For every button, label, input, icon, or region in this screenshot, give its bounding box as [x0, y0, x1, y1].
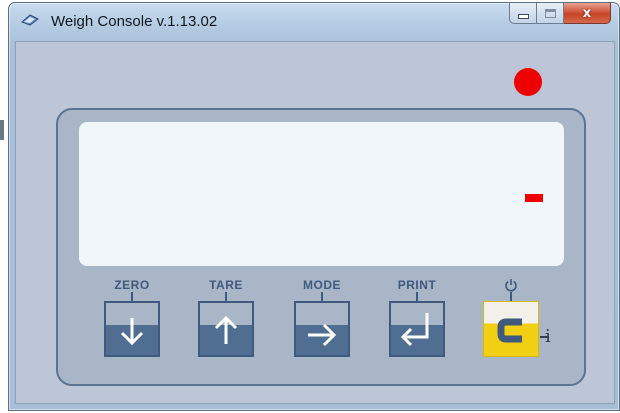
power-key-stem	[510, 292, 512, 301]
enter-return-icon	[400, 313, 429, 347]
arrow-right-icon	[308, 323, 337, 347]
print-button[interactable]	[389, 301, 445, 357]
arrow-down-icon	[120, 318, 144, 346]
power-icon	[505, 279, 517, 292]
maximize-icon	[544, 8, 556, 18]
info-i-label: i	[545, 326, 551, 347]
arrow-up-icon	[214, 315, 238, 344]
tare-key-stem	[225, 292, 227, 301]
tare-button[interactable]	[198, 301, 254, 357]
maximize-button[interactable]	[537, 3, 564, 24]
app-window: Weigh Console v.1.13.02 x ZERO TARE MODE…	[8, 2, 620, 411]
close-icon: x	[582, 5, 592, 21]
zero-key: ZERO	[104, 278, 160, 357]
print-key-stem	[416, 292, 418, 301]
minimize-button[interactable]	[509, 3, 537, 24]
mode-key: MODE	[294, 278, 350, 357]
mode-key-label: MODE	[303, 278, 341, 292]
mode-key-stem	[321, 292, 323, 301]
status-led-indicator	[514, 68, 542, 96]
tare-key: TARE	[198, 278, 254, 357]
console-client-area: ZERO TARE MODE PRINT i	[15, 41, 615, 404]
mode-button[interactable]	[294, 301, 350, 357]
title-bar[interactable]: Weigh Console v.1.13.02 x	[9, 3, 619, 41]
close-button[interactable]: x	[564, 3, 611, 24]
zero-key-label: ZERO	[114, 278, 150, 292]
power-key: i	[483, 278, 551, 357]
minus-sign-segment	[525, 194, 543, 202]
window-title: Weigh Console v.1.13.02	[51, 13, 218, 30]
weight-display	[79, 122, 564, 266]
zero-key-stem	[131, 292, 133, 301]
window-controls: x	[509, 3, 611, 25]
print-key-label: PRINT	[397, 278, 437, 292]
tare-key-label: TARE	[209, 278, 243, 292]
indicator-panel: ZERO TARE MODE PRINT i	[56, 108, 586, 386]
minimize-icon	[517, 13, 529, 19]
window-shadow-edge	[0, 120, 4, 140]
print-key: PRINT	[389, 278, 445, 357]
zero-button[interactable]	[104, 301, 160, 357]
c-logo-icon	[497, 318, 522, 343]
c-button[interactable]: i	[483, 301, 551, 357]
app-icon	[21, 14, 39, 26]
